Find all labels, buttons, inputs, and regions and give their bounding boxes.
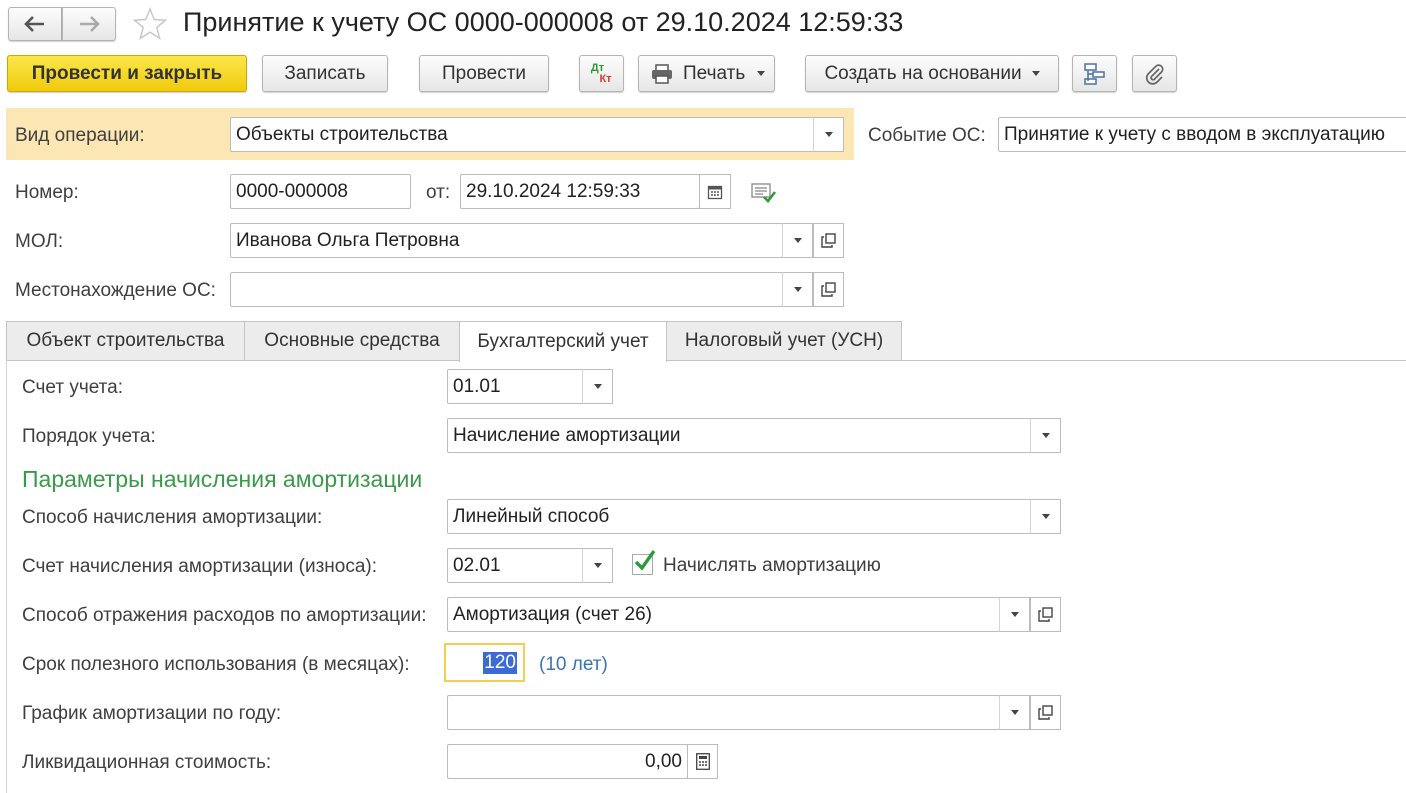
chevron-down-icon bbox=[1031, 71, 1040, 76]
location-dropdown-button[interactable] bbox=[782, 272, 813, 307]
forward-button[interactable] bbox=[62, 7, 116, 41]
date-field[interactable]: 29.10.2024 12:59:33 bbox=[460, 174, 700, 209]
chevron-down-icon bbox=[593, 563, 602, 568]
account-select[interactable]: 01.01 bbox=[447, 369, 583, 404]
open-window-icon bbox=[1038, 607, 1053, 622]
create-based-on-label: Создать на основании bbox=[824, 62, 1022, 84]
open-window-icon bbox=[821, 233, 836, 248]
hierarchy-icon bbox=[1083, 62, 1105, 85]
date-label: от: bbox=[426, 182, 451, 203]
event-label: Событие ОС: bbox=[868, 125, 986, 146]
order-select[interactable]: Начисление амортизации bbox=[447, 418, 1031, 453]
section-title: Параметры начисления амортизации bbox=[22, 466, 423, 492]
calendar-icon bbox=[707, 185, 723, 199]
location-open-button[interactable] bbox=[813, 272, 844, 307]
document-status-icon[interactable] bbox=[751, 180, 777, 206]
schedule-label: График амортизации по году: bbox=[22, 703, 282, 724]
schedule-select[interactable] bbox=[447, 695, 1000, 730]
order-dropdown-button[interactable] bbox=[1030, 418, 1061, 453]
liquidation-value: 0,00 bbox=[645, 750, 682, 772]
chevron-down-icon bbox=[593, 384, 602, 389]
open-window-icon bbox=[1038, 705, 1053, 720]
expense-label: Способ отражения расходов по амортизации… bbox=[22, 605, 427, 626]
order-label: Порядок учета: bbox=[22, 426, 156, 447]
printer-icon bbox=[652, 63, 672, 84]
dep-account-dropdown-button[interactable] bbox=[582, 548, 613, 583]
attach-button[interactable] bbox=[1132, 55, 1177, 92]
save-button[interactable]: Записать bbox=[262, 55, 388, 92]
dt-kt-button[interactable]: Дт Кт bbox=[579, 55, 624, 92]
print-button-label: Печать bbox=[683, 62, 746, 84]
method-select[interactable]: Линейный способ bbox=[447, 499, 1031, 534]
operation-dropdown-button[interactable] bbox=[813, 117, 844, 152]
mol-dropdown-button[interactable] bbox=[782, 223, 813, 258]
accrue-checkbox-label[interactable]: Начислять амортизацию bbox=[663, 555, 881, 577]
location-select[interactable] bbox=[230, 272, 783, 307]
chevron-down-icon bbox=[793, 238, 802, 243]
post-button[interactable]: Провести bbox=[419, 55, 549, 92]
account-dropdown-button[interactable] bbox=[582, 369, 613, 404]
expense-open-button[interactable] bbox=[1030, 597, 1061, 632]
tab-tax-usn[interactable]: Налоговый учет (УСН) bbox=[666, 321, 902, 360]
chevron-down-icon bbox=[1010, 710, 1019, 715]
schedule-dropdown-button[interactable] bbox=[999, 695, 1030, 730]
number-label: Номер: bbox=[15, 182, 79, 203]
accrue-checkbox[interactable] bbox=[632, 550, 656, 575]
window-title: Принятие к учету ОС 0000-000008 от 29.10… bbox=[183, 7, 904, 37]
operation-label: Вид операции: bbox=[15, 125, 145, 146]
schedule-open-button[interactable] bbox=[1030, 695, 1061, 730]
liquidation-field[interactable]: 0,00 bbox=[447, 744, 688, 779]
paperclip-icon bbox=[1145, 63, 1164, 85]
liquidation-label: Ликвидационная стоимость: bbox=[22, 752, 272, 773]
chevron-down-icon bbox=[1041, 433, 1050, 438]
method-dropdown-button[interactable] bbox=[1030, 499, 1061, 534]
print-button[interactable]: Печать bbox=[638, 55, 775, 92]
chevron-down-icon bbox=[1041, 514, 1050, 519]
calculator-button[interactable] bbox=[687, 744, 718, 779]
mol-label: МОЛ: bbox=[15, 231, 64, 252]
life-value: 120 bbox=[483, 652, 517, 674]
open-window-icon bbox=[821, 282, 836, 297]
chevron-down-icon bbox=[793, 287, 802, 292]
tab-construction-object[interactable]: Объект строительства bbox=[6, 321, 245, 360]
number-field[interactable]: 0000-000008 bbox=[230, 174, 411, 209]
life-field[interactable]: 120 bbox=[444, 643, 525, 682]
checkmark-icon bbox=[634, 550, 656, 571]
life-years-hint: (10 лет) bbox=[539, 654, 608, 675]
life-label: Срок полезного использования (в месяцах)… bbox=[22, 654, 410, 675]
event-field[interactable]: Принятие к учету с вводом в эксплуатацию bbox=[998, 117, 1406, 152]
chevron-down-icon bbox=[824, 132, 833, 137]
operation-select[interactable]: Объекты строительства bbox=[230, 117, 814, 152]
mol-select[interactable]: Иванова Ольга Петровна bbox=[230, 223, 783, 258]
mol-open-button[interactable] bbox=[813, 223, 844, 258]
expense-dropdown-button[interactable] bbox=[999, 597, 1030, 632]
tab-bar-baseline bbox=[6, 360, 1406, 361]
dep-account-select[interactable]: 02.01 bbox=[447, 548, 583, 583]
method-label: Способ начисления амортизации: bbox=[22, 507, 323, 528]
account-label: Счет учета: bbox=[22, 377, 123, 398]
favorite-star-icon[interactable] bbox=[132, 6, 168, 42]
expense-select[interactable]: Амортизация (счет 26) bbox=[447, 597, 1000, 632]
create-based-on-button[interactable]: Создать на основании bbox=[805, 55, 1059, 92]
calendar-button[interactable] bbox=[699, 174, 731, 209]
back-button[interactable] bbox=[8, 7, 62, 41]
tab-content-border-left bbox=[6, 360, 7, 793]
tab-accounting[interactable]: Бухгалтерский учет bbox=[459, 321, 667, 362]
arrow-left-icon bbox=[24, 16, 44, 32]
calculator-icon bbox=[695, 753, 710, 770]
arrow-right-icon bbox=[80, 16, 100, 32]
location-label: Местонахождение ОС: bbox=[15, 280, 216, 301]
tab-fixed-assets[interactable]: Основные средства bbox=[244, 321, 460, 360]
post-and-close-button[interactable]: Провести и закрыть bbox=[7, 55, 247, 92]
chevron-down-icon bbox=[1010, 612, 1019, 617]
dep-account-label: Счет начисления амортизации (износа): bbox=[22, 556, 378, 577]
chevron-down-icon bbox=[757, 71, 766, 76]
dt-kt-icon: Дт Кт bbox=[590, 61, 612, 85]
structure-button[interactable] bbox=[1072, 55, 1117, 92]
